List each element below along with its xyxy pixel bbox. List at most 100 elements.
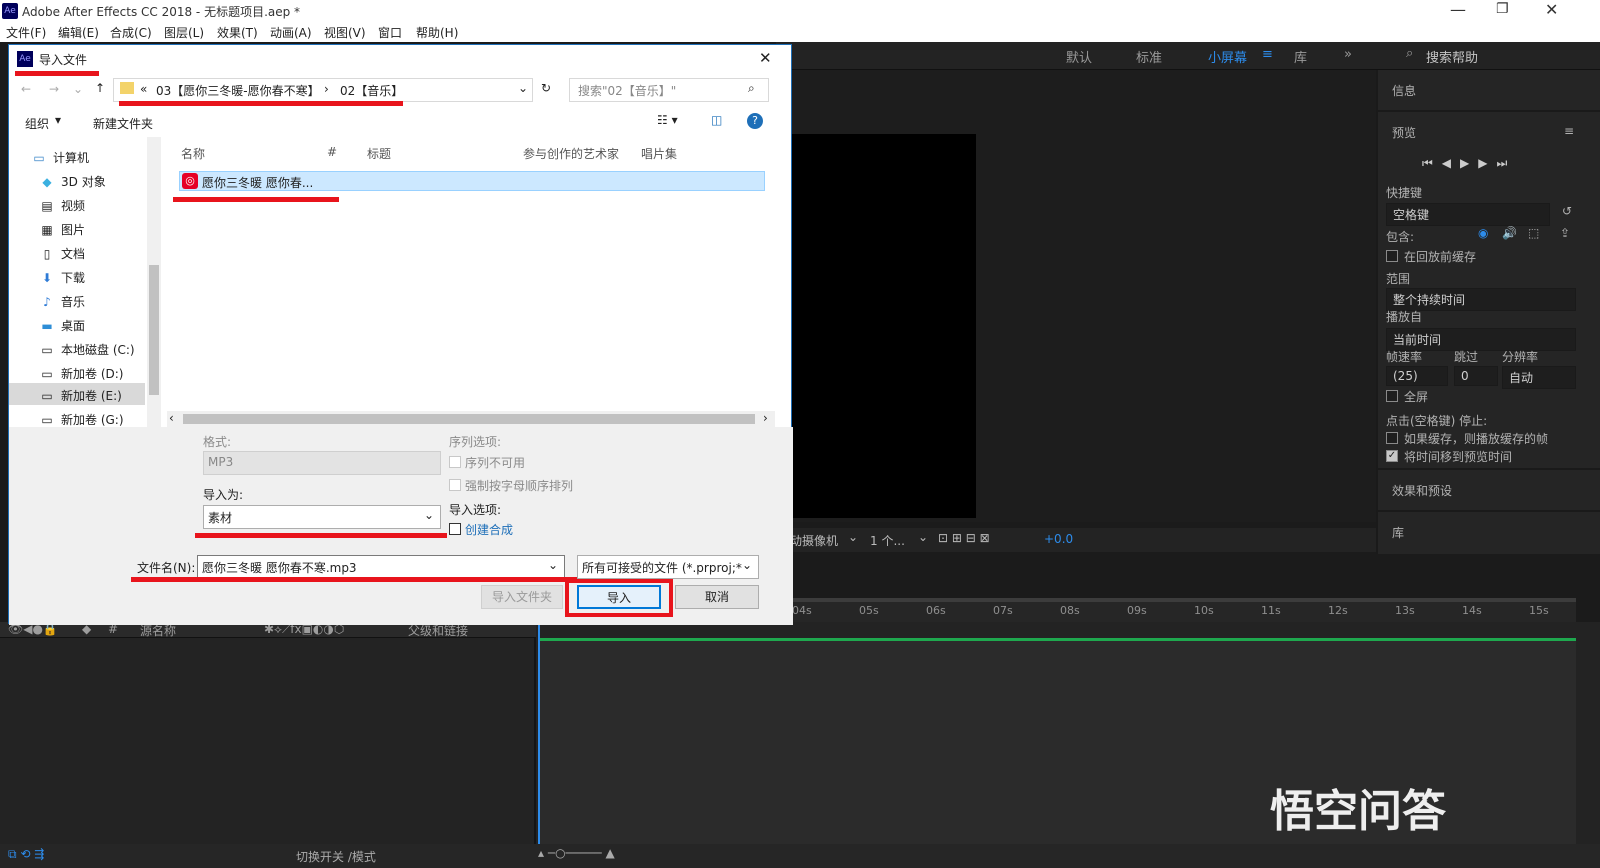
import-as-select[interactable]: 素材 ⌄ xyxy=(203,505,441,529)
menu-animation[interactable]: 动画(A) xyxy=(270,24,312,41)
overlay-icon[interactable]: ⬚ xyxy=(1528,226,1539,240)
nav-documents[interactable]: ▯ 文档 xyxy=(39,245,85,262)
reset-icon[interactable]: ↺ xyxy=(1562,204,1572,218)
import-button[interactable]: 导入 xyxy=(577,585,661,609)
menu-window[interactable]: 窗口 xyxy=(378,24,402,41)
nav-pictures[interactable]: ▦ 图片 xyxy=(39,221,85,238)
if-cached-checkbox[interactable] xyxy=(1386,432,1398,444)
dialog-close-icon[interactable]: ✕ xyxy=(759,49,772,67)
toggle-icon[interactable]: ⊡ ⊞ ⊟ ⊠ xyxy=(938,531,990,545)
organize-button[interactable]: 组织 xyxy=(25,115,49,132)
workspace-default[interactable]: 默认 xyxy=(1066,47,1092,66)
workspace-small[interactable]: 小屏幕 xyxy=(1208,47,1247,66)
menu-view[interactable]: 视图(V) xyxy=(324,24,366,41)
cancel-button[interactable]: 取消 xyxy=(675,585,759,609)
scroll-right-icon[interactable]: › xyxy=(763,411,768,425)
video-eye-icon[interactable]: ◉ xyxy=(1478,226,1488,240)
navigation-pane[interactable]: ▭ 计算机 ◆ 3D 对象 ▤ 视频 ▦ 图片 ▯ 文档 ⬇ 下载 ♪ 音乐 ▬ 桌面 ▭ 本地磁… xyxy=(9,137,161,427)
create-comp-label[interactable]: 创建合成 xyxy=(465,521,513,538)
menu-effect[interactable]: 效果(T) xyxy=(217,24,258,41)
nav-drive-e[interactable]: ▭ 新加卷 (E:) xyxy=(39,387,121,404)
close-icon[interactable]: ✕ xyxy=(1545,0,1558,19)
scroll-left-icon[interactable]: ‹ xyxy=(169,411,174,425)
menu-file[interactable]: 文件(F) xyxy=(6,24,46,41)
chevron-down-icon[interactable]: ⌄ xyxy=(518,81,528,95)
chevron-down-icon: ⌄ xyxy=(424,508,435,522)
menu-layer[interactable]: 图层(L) xyxy=(164,24,204,41)
nav-videos[interactable]: ▤ 视频 xyxy=(39,197,85,214)
composition-viewer[interactable] xyxy=(776,70,1376,522)
breadcrumb-2[interactable]: 02【音乐】 xyxy=(340,82,403,99)
skip-select[interactable]: 0 xyxy=(1454,366,1498,386)
scroll-thumb[interactable] xyxy=(183,414,755,424)
layer-list[interactable] xyxy=(0,638,536,844)
views-select[interactable]: 1 个... xyxy=(870,532,905,549)
move-time-checkbox[interactable]: ✓ xyxy=(1386,450,1398,462)
create-comp-checkbox[interactable] xyxy=(449,523,461,535)
col-album[interactable]: 唱片集 xyxy=(641,145,677,162)
switch-mode-toggle[interactable]: 切换开关 /模式 xyxy=(296,848,376,865)
chevron-down-icon[interactable]: ⌄ xyxy=(548,558,558,572)
nav-3d-objects[interactable]: ◆ 3D 对象 xyxy=(39,173,105,190)
filename-input[interactable]: 愿你三冬暖 愿你春不寒.mp3 ⌄ xyxy=(197,555,565,579)
more-workspaces-icon[interactable]: » xyxy=(1344,47,1352,62)
workspace-bar: 默认 标准 小屏幕 ≡ 库 » ⌕ 搜索帮助 xyxy=(776,42,1600,70)
maximize-icon[interactable]: ❐ xyxy=(1496,1,1509,17)
workspace-library[interactable]: 库 xyxy=(1294,47,1307,66)
info-panel-title[interactable]: 信息 xyxy=(1392,82,1416,99)
refresh-icon[interactable]: ↻ xyxy=(541,81,551,95)
workspace-menu-icon[interactable]: ≡ xyxy=(1262,47,1273,62)
address-bar[interactable]: « 03【愿你三冬暖-愿你春不寒】 › 02【音乐】 ⌄ xyxy=(113,78,533,102)
fps-select[interactable]: (25) xyxy=(1386,366,1448,386)
up-arrow-icon[interactable]: ↑ xyxy=(95,81,105,95)
filetype-select[interactable]: 所有可接受的文件 (*.prproj;*.c ⌄ xyxy=(577,555,759,579)
nav-drive-g[interactable]: ▭ 新加卷 (G:) xyxy=(39,411,123,428)
menu-help[interactable]: 帮助(H) xyxy=(416,24,458,41)
effects-panel-title[interactable]: 效果和预设 xyxy=(1392,482,1452,499)
current-time-indicator[interactable] xyxy=(538,622,540,844)
recent-chevron-icon[interactable]: ⌄ xyxy=(73,82,83,96)
breadcrumb-1[interactable]: 03【愿你三冬暖-愿你春不寒】 xyxy=(156,82,320,99)
col-artist[interactable]: 参与创作的艺术家 xyxy=(523,145,619,162)
work-area-bar[interactable] xyxy=(538,638,1576,641)
shortcut-select[interactable]: 空格键 xyxy=(1386,203,1550,226)
forward-arrow-icon[interactable]: → xyxy=(49,82,59,96)
preview-pane-icon[interactable]: ◫ xyxy=(711,113,722,127)
playback-controls-icon[interactable]: ⏮◀▶▶⏭ xyxy=(1422,156,1516,171)
library-panel-title[interactable]: 库 xyxy=(1392,524,1404,541)
col-number[interactable]: # xyxy=(327,145,337,159)
resolution-select[interactable]: 自动 xyxy=(1502,366,1576,389)
fullscreen-checkbox[interactable] xyxy=(1386,390,1398,402)
nav-downloads[interactable]: ⬇ 下载 xyxy=(39,269,85,286)
minimize-icon[interactable]: — xyxy=(1450,0,1466,19)
col-title[interactable]: 标题 xyxy=(367,145,391,162)
exposure-value[interactable]: +0.0 xyxy=(1044,532,1073,546)
panel-menu-icon[interactable]: ≡ xyxy=(1564,124,1574,138)
export-icon[interactable]: ⇪ xyxy=(1560,226,1570,240)
menu-edit[interactable]: 编辑(E) xyxy=(58,24,99,41)
audio-speaker-icon[interactable]: 🔊 xyxy=(1502,226,1517,240)
nav-drive-d[interactable]: ▭ 新加卷 (D:) xyxy=(39,365,123,382)
menu-composition[interactable]: 合成(C) xyxy=(110,24,152,41)
cache-before-checkbox[interactable] xyxy=(1386,250,1398,262)
preview-panel-title[interactable]: 预览 xyxy=(1392,124,1416,141)
back-arrow-icon[interactable]: ← xyxy=(21,82,31,96)
scroll-thumb[interactable] xyxy=(149,265,159,395)
zoom-slider[interactable]: ▴ ─○───── ▲ xyxy=(538,846,615,860)
search-box[interactable]: 搜索"02【音乐】" ⌕ xyxy=(569,78,769,102)
comp-flow-icon[interactable]: ⧉ ⟲ ⇶ xyxy=(8,847,44,862)
film-icon: ▤ xyxy=(41,199,53,213)
file-row-selected[interactable]: ◎ 愿你三冬暖 愿你春... xyxy=(179,171,765,191)
view-options-icon[interactable]: ☷ ▾ xyxy=(657,113,678,127)
workspace-standard[interactable]: 标准 xyxy=(1136,47,1162,66)
horizontal-scrollbar[interactable]: ‹ › xyxy=(167,411,775,427)
help-icon[interactable]: ? xyxy=(747,113,763,129)
nav-desktop[interactable]: ▬ 桌面 xyxy=(39,317,85,334)
new-folder-button[interactable]: 新建文件夹 xyxy=(93,115,153,132)
nav-scrollbar[interactable] xyxy=(147,137,161,427)
nav-music[interactable]: ♪ 音乐 xyxy=(39,293,85,310)
col-name[interactable]: 名称 xyxy=(181,145,205,162)
help-search-input[interactable]: 搜索帮助 xyxy=(1426,47,1478,66)
nav-drive-c[interactable]: ▭ 本地磁盘 (C:) xyxy=(39,341,134,358)
nav-computer[interactable]: ▭ 计算机 xyxy=(31,149,89,166)
